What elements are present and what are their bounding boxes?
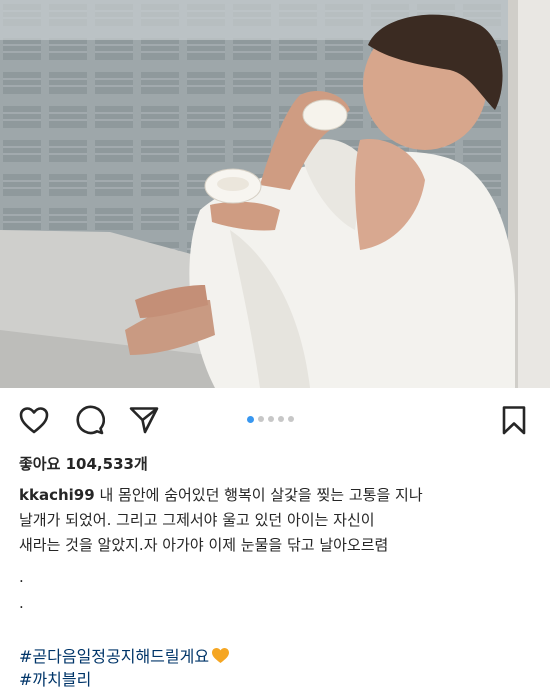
comment-button[interactable] xyxy=(71,402,107,438)
carousel-dot xyxy=(258,416,264,422)
caption-dot: . xyxy=(19,568,24,586)
post-photo[interactable] xyxy=(0,0,550,388)
caption-username[interactable]: kkachi99 xyxy=(19,486,95,504)
post-caption: kkachi99 내 몸안에 숨어있던 행복이 살갗을 찢는 고통을 지나 날개… xyxy=(19,483,539,558)
save-button[interactable] xyxy=(496,402,532,438)
carousel-indicator xyxy=(247,415,294,423)
carousel-dot xyxy=(268,416,274,422)
paper-plane-icon xyxy=(129,407,159,434)
carousel-dot xyxy=(288,416,294,422)
hashtag-link[interactable]: #까치블리 xyxy=(19,666,91,689)
carousel-dot-active xyxy=(247,415,254,423)
orange-heart-emoji-icon xyxy=(212,647,230,664)
hashtag-link[interactable]: #곧다음일정공지해드릴게요 xyxy=(19,643,230,667)
like-button[interactable] xyxy=(16,402,52,438)
likes-count[interactable]: 좋아요 104,533개 xyxy=(19,453,148,474)
carousel-dot xyxy=(278,416,284,422)
caption-dot: . xyxy=(19,594,24,612)
bookmark-icon xyxy=(502,406,526,435)
post-photo-illustration xyxy=(0,0,550,388)
comment-bubble-icon xyxy=(76,405,105,435)
heart-outline-icon xyxy=(19,407,49,434)
hashtag-text[interactable]: #곧다음일정공지해드릴게요 xyxy=(19,647,209,666)
share-button[interactable] xyxy=(126,402,162,438)
